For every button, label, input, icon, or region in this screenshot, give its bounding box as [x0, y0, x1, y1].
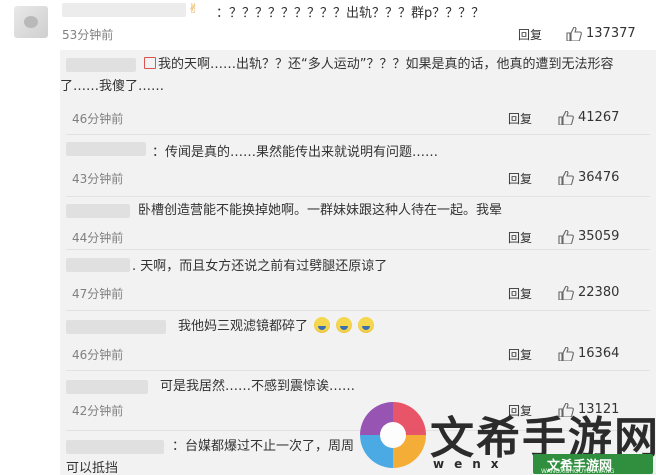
- like-count: 22380: [578, 285, 620, 300]
- watermark: 文希手游网 wenx 文希手游网 WANGXISHOUYOUWANG: [355, 400, 656, 475]
- list-item: 我他妈三观滤镜都碎了 46分钟前 回复 16364: [60, 314, 656, 368]
- comment-time: 46分钟前: [72, 348, 124, 362]
- like-button[interactable]: 41267: [558, 110, 619, 125]
- comment-time: 53分钟前: [62, 28, 114, 42]
- username-blurred[interactable]: [66, 320, 166, 334]
- comment-text: ：传闻是真的……果然能传出来就说明有问题……: [152, 145, 439, 160]
- list-item: 卧槽创造营能不能换掉她啊。一群妹妹跟这种人待在一起。我晕 44分钟前 回复 35…: [60, 198, 656, 252]
- badge-icon: [144, 57, 156, 69]
- like-button[interactable]: 137377: [566, 26, 636, 41]
- reply-button[interactable]: 回复: [518, 26, 542, 43]
- crying-emoji-icon: [358, 317, 375, 333]
- like-count: 16364: [578, 346, 620, 361]
- watermark-wenx: wenx: [433, 457, 509, 471]
- username-blurred[interactable]: [66, 204, 130, 218]
- like-button[interactable]: 35059: [558, 229, 619, 244]
- comment-time: 47分钟前: [72, 287, 124, 301]
- thumbs-up-icon: [558, 285, 574, 300]
- thumbs-up-icon: [566, 26, 582, 41]
- emoji-icon: ✌: [188, 2, 199, 17]
- top-comment: ✌ ：？？？？？？？？？出轨？？？群p？？？？ 53分钟前 回复 137377: [0, 0, 656, 46]
- comment-time: 44分钟前: [72, 231, 124, 245]
- avatar[interactable]: [14, 6, 48, 38]
- list-item: ：传闻是真的……果然能传出来就说明有问题…… 43分钟前 回复 36476: [60, 138, 656, 190]
- crying-emoji-icon: [336, 317, 353, 333]
- thumbs-up-icon: [558, 170, 574, 185]
- comment-text: . 天啊，而且女方还说之前有过劈腿还原谅了: [132, 259, 388, 274]
- comment-text: 可是我居然……不感到震惊诶……: [160, 379, 356, 394]
- reply-button[interactable]: 回复: [508, 285, 532, 302]
- divider: [66, 196, 650, 197]
- comment-text: 卧槽创造营能不能换掉她啊。一群妹妹跟这种人待在一起。我晕: [138, 203, 503, 218]
- username-blurred[interactable]: [66, 258, 130, 272]
- watermark-site-badge: 文希手游网 WANGXISHOUYOUWANG: [533, 454, 653, 475]
- comment-text-continued: 可以抵挡: [66, 461, 119, 475]
- reply-button[interactable]: 回复: [508, 229, 532, 246]
- comment-body: 我的天啊……出轨？？还“多人运动”？？？如果是真的话，他真的遭到无法形容了……我…: [60, 54, 650, 98]
- crying-emoji-icon: [314, 317, 331, 333]
- reply-button[interactable]: 回复: [508, 346, 532, 363]
- username-blurred[interactable]: [62, 3, 186, 17]
- thumbs-up-icon: [558, 229, 574, 244]
- comment-text: 我他妈三观滤镜都碎了: [178, 319, 309, 334]
- username-blurred[interactable]: [66, 380, 148, 394]
- divider: [66, 134, 650, 135]
- comment-time: 46分钟前: [72, 112, 124, 126]
- like-button[interactable]: 22380: [558, 285, 619, 300]
- username-blurred[interactable]: [66, 440, 164, 454]
- like-count: 137377: [586, 26, 636, 41]
- thumbs-up-icon: [558, 346, 574, 361]
- like-count: 35059: [578, 229, 620, 244]
- list-item: 我的天啊……出轨？？还“多人运动”？？？如果是真的话，他真的遭到无法形容了……我…: [60, 50, 656, 126]
- reply-button[interactable]: 回复: [508, 110, 532, 127]
- comment-time: 43分钟前: [72, 172, 124, 186]
- divider: [66, 310, 650, 311]
- like-button[interactable]: 36476: [558, 170, 619, 185]
- username-blurred[interactable]: [66, 142, 146, 156]
- divider: [66, 370, 650, 371]
- thumbs-up-icon: [558, 110, 574, 125]
- like-count: 41267: [578, 110, 620, 125]
- comment-text: ：？？？？？？？？？出轨？？？群p？？？？: [216, 6, 485, 21]
- comment-body: 我他妈三观滤镜都碎了: [178, 316, 648, 338]
- watermark-site-domain: WANGXISHOUYOUWANG: [541, 468, 615, 475]
- list-item: . 天啊，而且女方还说之前有过劈腿还原谅了 47分钟前 回复 22380: [60, 252, 656, 306]
- divider: [66, 249, 650, 250]
- like-count: 36476: [578, 170, 620, 185]
- site-logo-icon: [360, 402, 426, 468]
- reply-button[interactable]: 回复: [508, 170, 532, 187]
- like-button[interactable]: 16364: [558, 346, 619, 361]
- comment-time: 42分钟前: [72, 404, 124, 418]
